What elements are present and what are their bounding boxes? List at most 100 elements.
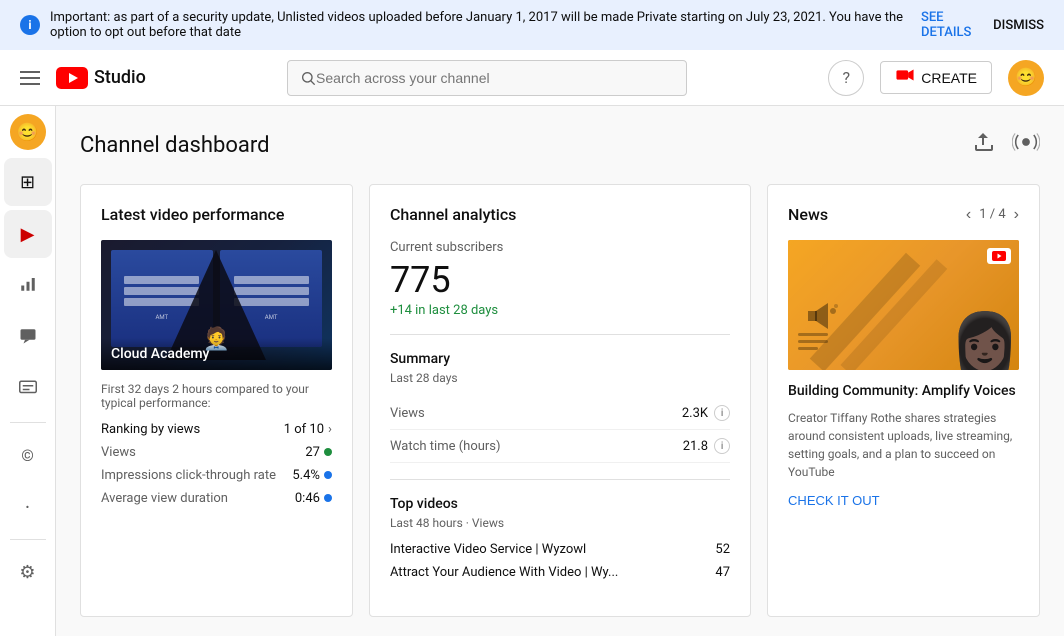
news-next-button[interactable]: › xyxy=(1014,206,1019,224)
subscribers-count: 775 xyxy=(390,259,730,301)
sidebar-avatar[interactable]: 😊 xyxy=(10,114,46,150)
logo[interactable]: Studio xyxy=(56,67,146,89)
stat-ctr: Impressions click-through rate 5.4% xyxy=(101,468,332,483)
sidebar-divider-2 xyxy=(10,539,46,540)
news-person: 👩🏿 xyxy=(951,315,1019,370)
divider-1 xyxy=(390,334,730,335)
header-right: ? CREATE 😊 xyxy=(828,60,1044,96)
page-actions xyxy=(972,130,1040,160)
create-camera-icon xyxy=(895,68,915,82)
ranking-row[interactable]: Ranking by views 1 of 10 › xyxy=(101,422,332,437)
dashboard-icon: ⊞ xyxy=(20,172,35,193)
duration-indicator xyxy=(324,494,332,502)
top-video-2: Attract Your Audience With Video | Wy...… xyxy=(390,565,730,580)
sidebar-item-analytics[interactable]: Analytics xyxy=(4,262,52,310)
top-videos-title: Top videos xyxy=(390,496,730,512)
news-counter: 1 / 4 xyxy=(979,207,1005,222)
help-button[interactable]: ? xyxy=(828,60,864,96)
camera-icon xyxy=(895,68,915,87)
ranking-value: 1 of 10 › xyxy=(284,422,332,437)
chevron-right-icon: › xyxy=(328,422,332,437)
channel-analytics-card: Channel analytics Current subscribers 77… xyxy=(369,184,751,617)
latest-video-card: Latest video performance AMT xyxy=(80,184,353,617)
comments-icon xyxy=(19,327,37,350)
notification-text: Important: as part of a security update,… xyxy=(50,10,921,40)
live-icon-svg xyxy=(1012,130,1040,154)
analytics-card-title: Channel analytics xyxy=(390,205,730,224)
bullhorn-svg xyxy=(803,296,843,336)
ctr-indicator xyxy=(324,471,332,479)
thumbnail-label: Cloud Academy xyxy=(101,338,332,370)
notification-right: SEE DETAILS DISMISS xyxy=(921,10,1044,40)
page-header: Channel dashboard xyxy=(80,130,1040,160)
live-streaming-icon[interactable] xyxy=(1012,130,1040,160)
upload-icon[interactable] xyxy=(972,130,996,160)
news-img-bg: 👩🏿 xyxy=(788,240,1019,370)
sidebar-item-content[interactable]: ▶ Content Content xyxy=(4,210,52,258)
latest-video-title: Latest video performance xyxy=(101,205,332,224)
youtube-logo-icon xyxy=(56,67,88,89)
subscribers-label: Current subscribers xyxy=(390,240,730,255)
search-bar[interactable] xyxy=(287,60,687,96)
watchtime-info-icon[interactable]: i xyxy=(714,438,730,454)
layout: 😊 ⊞ Dashboard ▶ Content Content Analytic… xyxy=(0,106,1064,636)
news-card: News ‹ 1 / 4 › xyxy=(767,184,1040,617)
see-details-button[interactable]: SEE DETAILS xyxy=(921,10,973,40)
content-icon: ▶ xyxy=(21,224,35,245)
divider-2 xyxy=(390,479,730,480)
subtitles-icon xyxy=(19,379,37,402)
notification-bar: i Important: as part of a security updat… xyxy=(0,0,1064,50)
search-input[interactable] xyxy=(316,70,674,86)
dashboard-grid: Latest video performance AMT xyxy=(80,184,1040,617)
subscribers-section: Current subscribers 775 +14 in last 28 d… xyxy=(390,240,730,318)
top-videos-section: Top videos Last 48 hours · Views Interac… xyxy=(390,496,730,580)
upload-svg-icon xyxy=(972,130,996,154)
video-thumbnail[interactable]: AMT AMT 🧑‍💼 Clo xyxy=(101,240,332,370)
copyright-icon: © xyxy=(21,446,34,465)
page-title: Channel dashboard xyxy=(80,133,270,158)
settings-icon: ⚙ xyxy=(19,562,35,583)
news-card-title: News xyxy=(788,205,828,224)
stat-duration: Average view duration 0:46 xyxy=(101,491,332,506)
main-content: Channel dashboard xyxy=(56,106,1064,636)
dismiss-button[interactable]: DISMISS xyxy=(993,18,1044,33)
sidebar-item-comments[interactable]: Comments xyxy=(4,314,52,362)
views-indicator xyxy=(324,448,332,456)
news-article-image: 👩🏿 xyxy=(788,240,1019,370)
summary-title: Summary xyxy=(390,351,730,367)
top-videos-period: Last 48 hours · Views xyxy=(390,516,730,530)
sidebar-item-subtitles[interactable]: Subtitles xyxy=(4,366,52,414)
news-navigation: ‹ 1 / 4 › xyxy=(966,206,1019,224)
comment-icon xyxy=(19,327,37,345)
sidebar-divider xyxy=(10,422,46,423)
views-info-icon[interactable]: i xyxy=(714,405,730,421)
news-prev-button[interactable]: ‹ xyxy=(966,206,971,224)
ranking-label: Ranking by views xyxy=(101,422,200,437)
analytics-icon xyxy=(19,275,37,298)
earn-icon: · xyxy=(25,495,30,519)
top-video-1: Interactive Video Service | Wyzowl 52 xyxy=(390,542,730,557)
metric-watchtime: Watch time (hours) 21.8 i xyxy=(390,430,730,463)
header: Studio ? CREATE 😊 xyxy=(0,50,1064,106)
create-button[interactable]: CREATE xyxy=(880,61,992,94)
info-icon: i xyxy=(20,15,40,35)
user-avatar[interactable]: 😊 xyxy=(1008,60,1044,96)
news-article-title: Building Community: Amplify Voices xyxy=(788,382,1019,402)
news-article-text: Creator Tiffany Rothe shares strategies … xyxy=(788,409,1019,481)
create-label: CREATE xyxy=(921,70,977,86)
notification-left: i Important: as part of a security updat… xyxy=(20,10,921,40)
news-bullhorn-icon xyxy=(803,296,843,340)
sidebar-item-settings[interactable]: ⚙ Settings xyxy=(4,548,52,596)
metric-views: Views 2.3K i xyxy=(390,397,730,430)
check-it-out-button[interactable]: CHECK IT OUT xyxy=(788,493,880,508)
sidebar-item-dashboard[interactable]: ⊞ Dashboard xyxy=(4,158,52,206)
sidebar: 😊 ⊞ Dashboard ▶ Content Content Analytic… xyxy=(0,106,56,636)
yt-badge-icon xyxy=(992,251,1006,261)
summary-section: Summary Last 28 days Views 2.3K i Watch … xyxy=(390,351,730,463)
hamburger-menu[interactable] xyxy=(20,71,40,85)
video-description: First 32 days 2 hours compared to your t… xyxy=(101,382,332,410)
sidebar-item-copyright[interactable]: © Copyright xyxy=(4,431,52,479)
subtitles-icon-svg xyxy=(19,379,37,397)
subscribers-change: +14 in last 28 days xyxy=(390,303,730,318)
sidebar-item-earn[interactable]: · Earn xyxy=(4,483,52,531)
